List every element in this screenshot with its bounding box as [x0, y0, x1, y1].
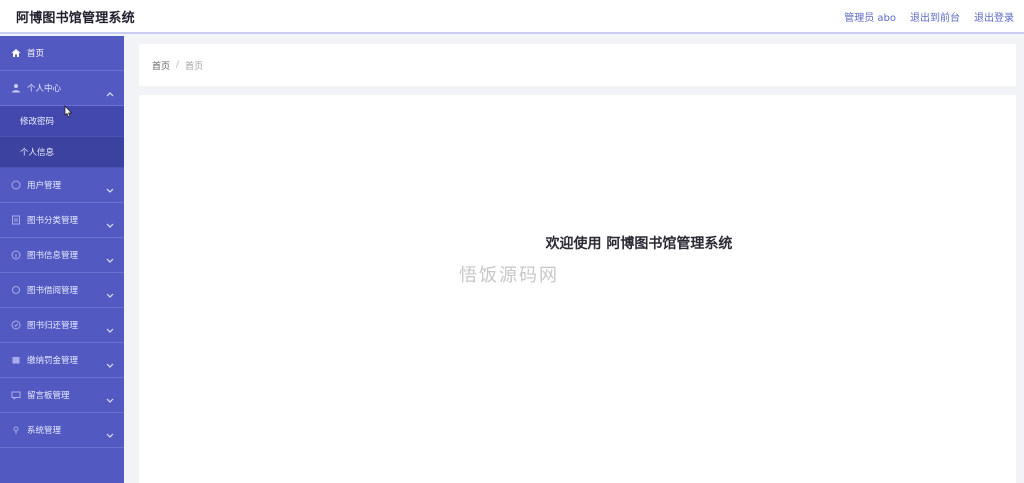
sidebar-item-book-info[interactable]: 图书信息管理: [0, 238, 124, 273]
fine-icon: [10, 354, 22, 366]
user-icon: [10, 82, 22, 94]
sidebar-item-label: 留言板管理: [27, 391, 70, 401]
submenu-item-label: 修改密码: [20, 117, 55, 127]
chevron-down-icon: [106, 284, 114, 303]
sidebar-item-label: 系统管理: [27, 426, 62, 436]
category-icon: [10, 214, 22, 226]
logout-link[interactable]: 退出登录: [974, 9, 1014, 24]
chevron-down-icon: [106, 354, 114, 373]
settings-icon: [10, 424, 22, 436]
breadcrumb: 首页 / 首页: [139, 44, 1016, 86]
chevron-down-icon: [106, 319, 114, 338]
main-content: 欢迎使用 阿博图书馆管理系统 悟饭源码网: [139, 95, 1016, 483]
sidebar-item-label: 缴纳罚金管理: [27, 356, 79, 366]
front-page-link[interactable]: 退出到前台: [910, 9, 960, 24]
sidebar-item-message-board[interactable]: 留言板管理: [0, 378, 124, 413]
welcome-heading: 欢迎使用 阿博图书馆管理系统: [545, 236, 733, 252]
return-icon: [10, 319, 22, 331]
sidebar-item-system-management[interactable]: 系统管理: [0, 413, 124, 448]
user-role-label: 管理员 abo: [844, 12, 896, 24]
sidebar-item-label: 图书分类管理: [27, 216, 79, 226]
top-header: 阿博图书馆管理系统 管理员 abo 退出到前台 退出登录: [0, 0, 1024, 34]
sidebar-item-book-category[interactable]: 图书分类管理: [0, 203, 124, 238]
submenu-item-personal-info[interactable]: 个人信息: [0, 137, 124, 168]
chevron-up-icon: [106, 82, 114, 101]
mouse-pointer-icon: [63, 104, 73, 123]
submenu-item-change-password[interactable]: 修改密码: [0, 106, 124, 137]
sidebar-item-label: 首页: [27, 49, 45, 59]
breadcrumb-home[interactable]: 首页: [152, 59, 170, 72]
chevron-down-icon: [106, 424, 114, 443]
sidebar-item-label: 图书归还管理: [27, 321, 79, 331]
sidebar-item-home[interactable]: 首页: [0, 36, 124, 71]
chevron-down-icon: [106, 214, 114, 233]
chevron-down-icon: [106, 179, 114, 198]
breadcrumb-separator: /: [176, 60, 180, 70]
info-icon: [10, 249, 22, 261]
submenu-item-label: 个人信息: [20, 148, 55, 158]
home-icon: [10, 47, 22, 59]
app-title: 阿博图书馆管理系统: [16, 10, 135, 26]
sidebar-item-book-borrow[interactable]: 图书借阅管理: [0, 273, 124, 308]
sidebar-item-label: 图书信息管理: [27, 251, 79, 261]
breadcrumb-current: 首页: [185, 61, 204, 72]
sidebar-item-label: 用户管理: [27, 181, 62, 191]
message-icon: [10, 389, 22, 401]
header-actions: 管理员 abo 退出到前台 退出登录: [844, 9, 1014, 24]
sidebar-item-user-management[interactable]: 用户管理: [0, 168, 124, 203]
borrow-icon: [10, 284, 22, 296]
users-icon: [10, 179, 22, 191]
sidebar-item-book-return[interactable]: 图书归还管理: [0, 308, 124, 343]
chevron-down-icon: [106, 389, 114, 408]
sidebar-item-label: 个人中心: [27, 84, 62, 94]
submenu-personal-center: 修改密码 个人信息: [0, 106, 124, 168]
sidebar-item-fine-payment[interactable]: 缴纳罚金管理: [0, 343, 124, 378]
chevron-down-icon: [106, 249, 114, 268]
watermark-text: 悟饭源码网: [459, 265, 559, 286]
sidebar-item-personal-center[interactable]: 个人中心: [0, 71, 124, 106]
sidebar-item-label: 图书借阅管理: [27, 286, 79, 296]
sidebar: 首页 个人中心 修改密码 个人信息 用户管理 图书分类管理 图书信息管理 图书借…: [0, 36, 124, 483]
